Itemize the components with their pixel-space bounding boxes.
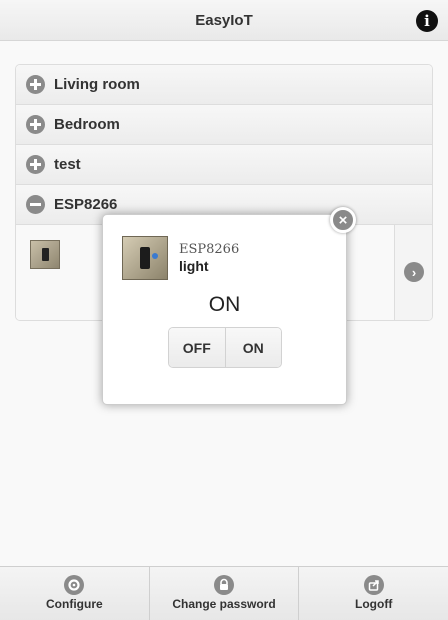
switch-toggle-shape: [140, 247, 150, 269]
light-switch-icon: [122, 236, 168, 280]
status-dot: [152, 253, 158, 259]
gear-icon: [64, 575, 85, 595]
footer-navbar: Configure Change password Logoff: [0, 566, 448, 620]
logoff-label: Logoff: [355, 597, 393, 611]
close-icon[interactable]: ×: [330, 207, 356, 233]
switch-button-group: OFF ON: [168, 327, 282, 368]
lock-icon: [214, 575, 234, 595]
page-title: EasyIoT: [195, 11, 253, 29]
logoff-button[interactable]: Logoff: [298, 567, 448, 620]
info-icon[interactable]: i: [416, 10, 438, 32]
plus-icon: [26, 155, 45, 174]
node-name: light: [179, 258, 209, 274]
configure-label: Configure: [46, 597, 103, 611]
room-label: test: [54, 156, 81, 173]
off-button[interactable]: OFF: [169, 328, 225, 367]
device-next-button[interactable]: ›: [394, 225, 432, 320]
device-popup: × ESP8266 light ON OFF ON: [102, 207, 356, 405]
logoff-icon: [363, 575, 384, 595]
room-label: ESP8266: [54, 196, 118, 213]
configure-button[interactable]: Configure: [0, 567, 149, 620]
room-label: Bedroom: [54, 116, 120, 133]
switch-state: ON: [208, 293, 241, 316]
room-living-room[interactable]: Living room: [16, 65, 432, 105]
change-password-button[interactable]: Change password: [148, 567, 299, 620]
room-test[interactable]: test: [16, 145, 432, 185]
change-password-label: Change password: [172, 597, 276, 611]
plus-icon: [26, 115, 45, 134]
chevron-right-icon: ›: [404, 262, 424, 282]
plus-icon: [26, 75, 45, 94]
room-label: Living room: [54, 76, 140, 93]
on-button[interactable]: ON: [224, 328, 281, 367]
device-name: ESP8266: [179, 242, 240, 257]
app-header: EasyIoT i: [0, 0, 448, 41]
minus-icon: [26, 195, 45, 214]
room-bedroom[interactable]: Bedroom: [16, 105, 432, 145]
light-switch-icon[interactable]: [30, 240, 60, 269]
